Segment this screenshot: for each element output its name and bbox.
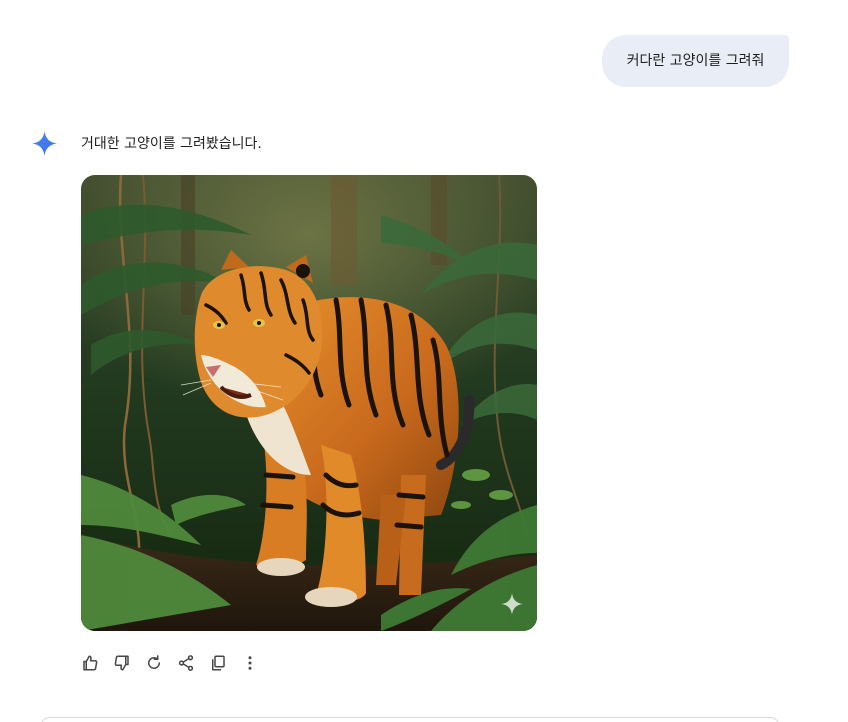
copy-icon[interactable] [208, 653, 228, 673]
thumbs-down-icon[interactable] [112, 653, 132, 673]
watermark-sparkle-icon [499, 591, 525, 617]
user-message-bubble: 커다란 고양이를 그려줘 [602, 35, 789, 87]
prompt-input-box[interactable] [40, 717, 780, 722]
thumbs-up-icon[interactable] [80, 653, 100, 673]
user-message-text: 커다란 고양이를 그려줘 [626, 53, 765, 69]
sparkle-icon [31, 130, 58, 157]
generated-image-tiger[interactable] [81, 175, 537, 631]
chat-page: 커다란 고양이를 그려줘 거대한 고양이를 그려봤습니다. [0, 0, 848, 722]
more-options-icon[interactable] [240, 653, 260, 673]
regenerate-icon[interactable] [144, 653, 164, 673]
response-actions-toolbar [80, 652, 272, 674]
tiger-illustration [81, 175, 537, 631]
model-response-text: 거대한 고양이를 그려봤습니다. [81, 136, 262, 152]
share-icon[interactable] [176, 653, 196, 673]
